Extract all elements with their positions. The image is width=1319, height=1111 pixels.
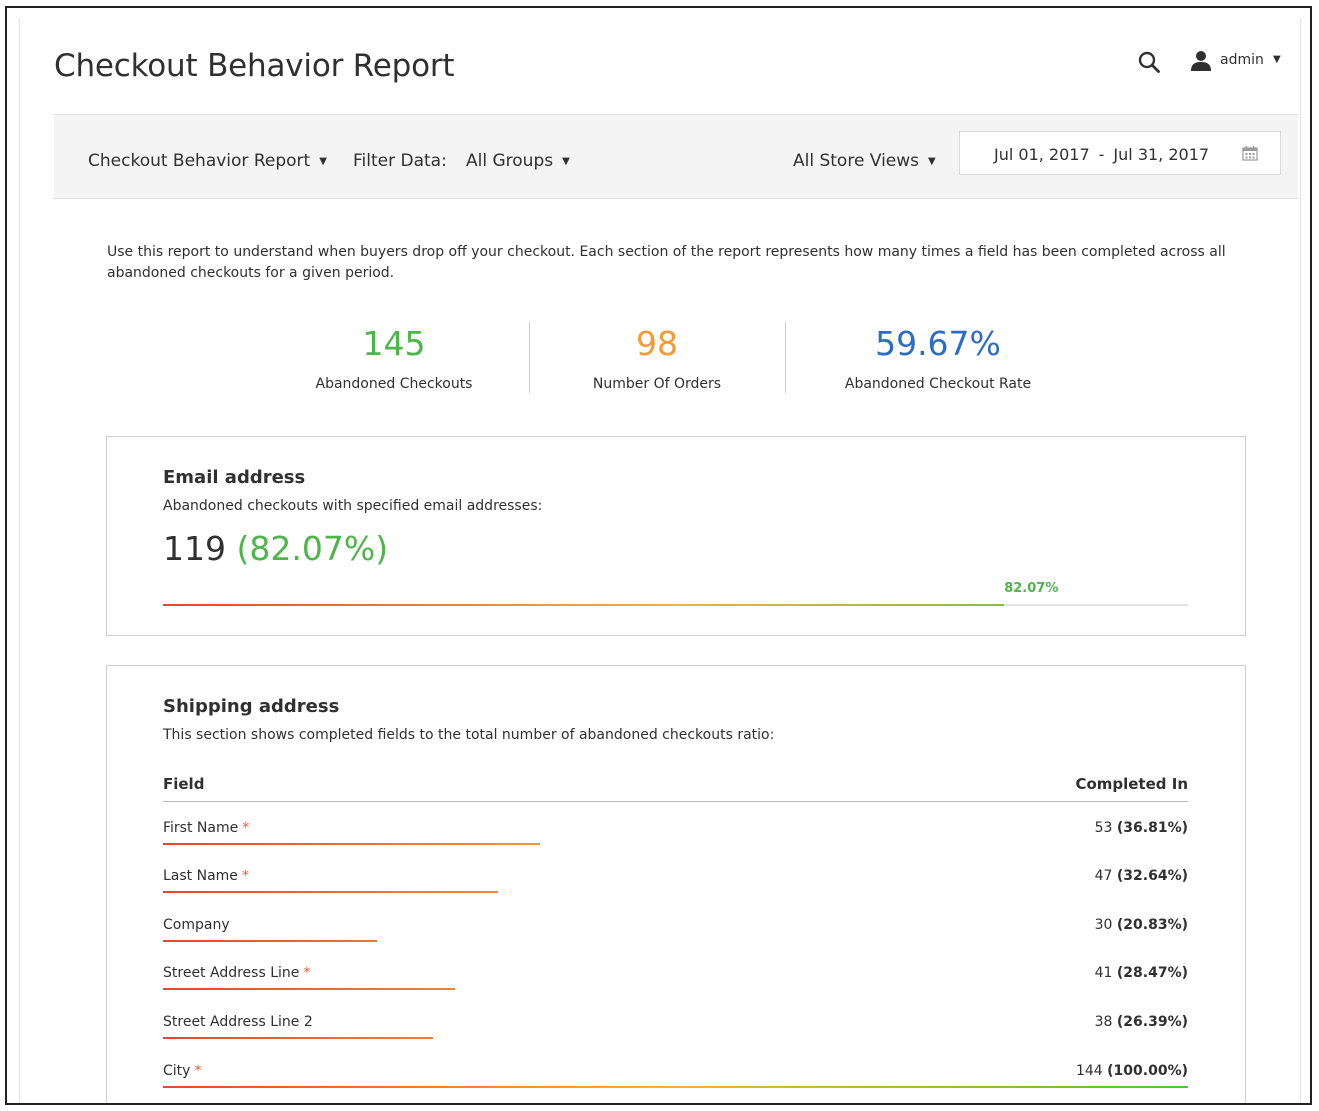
admin-page: Checkout Behavior Report admin ▼ Checkou… (19, 18, 1301, 1103)
stat-number-of-orders: 98 Number Of Orders (557, 324, 757, 392)
completed-percent: (32.64%) (1116, 868, 1188, 884)
completion-bar (163, 1086, 1188, 1088)
completion-bar (163, 988, 455, 990)
table-row: Street Address Line 2 38 (26.39%) (163, 1014, 1188, 1044)
report-description: Use this report to understand when buyer… (107, 244, 1226, 281)
admin-menu[interactable]: admin (1220, 52, 1264, 68)
email-count-percent: (82.07%) (236, 529, 389, 568)
completed-count: 38 (1094, 1014, 1113, 1030)
table-row: First Name * 53 (36.81%) (163, 820, 1188, 850)
calendar-icon[interactable] (1242, 145, 1258, 161)
required-asterisk-icon: * (241, 868, 249, 884)
stat-value: 98 (636, 324, 678, 363)
report-select-label: Checkout Behavior Report (88, 151, 311, 171)
completed-value: 38 (26.39%) (1095, 1014, 1188, 1030)
customer-group-select-label: All Groups (466, 151, 554, 171)
date-from: Jul 01, 2017 (994, 145, 1090, 164)
completed-count: 144 (1075, 1063, 1103, 1079)
store-view-select[interactable]: All Store Views ▼ (793, 151, 936, 171)
user-icon[interactable] (1190, 50, 1212, 72)
store-view-select-label: All Store Views (793, 151, 920, 171)
completed-percent: (20.83%) (1116, 917, 1188, 933)
search-icon[interactable] (1137, 50, 1161, 74)
stat-label: Abandoned Checkouts (315, 376, 473, 392)
completed-value: 41 (28.47%) (1095, 965, 1188, 981)
field-name-text: Street Address Line (163, 965, 300, 981)
stat-abandoned-checkouts: 145 Abandoned Checkouts (294, 324, 494, 392)
field-name: City * (163, 1063, 201, 1079)
date-to: Jul 31, 2017 (1113, 145, 1210, 164)
completed-percent: (28.47%) (1116, 965, 1188, 981)
table-row: Last Name * 47 (32.64%) (163, 868, 1188, 898)
stat-divider (529, 322, 530, 393)
chevron-down-icon[interactable]: ▼ (1273, 54, 1281, 65)
progress-track (163, 604, 1188, 606)
field-name-text: First Name (163, 820, 239, 836)
stat-value: 145 (362, 324, 426, 363)
section-subtitle: Abandoned checkouts with specified email… (163, 498, 543, 514)
field-name: Company (163, 917, 230, 933)
field-name: Street Address Line 2 (163, 1014, 313, 1030)
completed-percent: (26.39%) (1116, 1014, 1188, 1030)
chevron-down-icon: ▼ (319, 156, 327, 167)
date-range-text: Jul 01, 2017- Jul 31, 2017 (994, 145, 1209, 164)
field-name-text: Company (163, 917, 230, 933)
field-name-text: Street Address Line 2 (163, 1014, 313, 1030)
completed-percent: (100.00%) (1107, 1063, 1188, 1079)
completed-value: 53 (36.81%) (1095, 820, 1188, 836)
stat-label: Abandoned Checkout Rate (844, 376, 1032, 392)
shipping-address-card: Shipping address This section shows comp… (106, 665, 1246, 1103)
field-name: Street Address Line * (163, 965, 310, 981)
progress-fill (163, 604, 1005, 606)
table-row: Company 30 (20.83%) (163, 917, 1188, 947)
filter-data-label: Filter Data: (353, 151, 447, 171)
completion-bar (163, 1037, 434, 1039)
stat-abandoned-checkout-rate: 59.67% Abandoned Checkout Rate (828, 324, 1048, 392)
completion-bar (163, 891, 498, 893)
field-name: Last Name * (163, 868, 249, 884)
required-asterisk-icon: * (303, 965, 311, 981)
section-subtitle: This section shows completed fields to t… (163, 727, 775, 743)
stat-label: Number Of Orders (592, 376, 722, 392)
table-row: Street Address Line * 41 (28.47%) (163, 965, 1188, 995)
column-header-completed: Completed In (1075, 775, 1188, 793)
window-frame: Checkout Behavior Report admin ▼ Checkou… (5, 6, 1312, 1105)
completed-count: 41 (1094, 965, 1113, 981)
completed-value: 47 (32.64%) (1095, 868, 1188, 884)
customer-group-select[interactable]: All Groups ▼ (466, 151, 570, 171)
email-count-value: 119 (163, 529, 226, 568)
completed-percent: (36.81%) (1116, 820, 1188, 836)
email-address-card: Email address Abandoned checkouts with s… (106, 436, 1246, 636)
field-name-text: City (163, 1063, 191, 1079)
section-title: Shipping address (163, 696, 340, 717)
field-name-text: Last Name (163, 868, 238, 884)
completion-bar (163, 843, 541, 845)
date-range-picker[interactable]: Jul 01, 2017- Jul 31, 2017 (959, 131, 1281, 175)
field-name: First Name * (163, 820, 249, 836)
progress-label: 82.07% (1004, 581, 1059, 596)
stat-value: 59.67% (875, 324, 1001, 363)
chevron-down-icon: ▼ (928, 156, 936, 167)
section-title: Email address (163, 467, 306, 488)
report-toolbar: Checkout Behavior Report ▼ Filter Data: A… (54, 114, 1298, 199)
table-divider (163, 801, 1188, 802)
date-separator: - (1098, 145, 1105, 164)
required-asterisk-icon: * (242, 820, 250, 836)
required-asterisk-icon: * (194, 1063, 202, 1079)
chevron-down-icon: ▼ (562, 156, 570, 167)
table-row: City * 144 (100.00%) (163, 1063, 1188, 1093)
completed-count: 30 (1094, 917, 1113, 933)
column-header-field: Field (163, 775, 205, 793)
completed-value: 30 (20.83%) (1095, 917, 1188, 933)
completed-value: 144 (100.00%) (1076, 1063, 1188, 1079)
page-title: Checkout Behavior Report (54, 48, 455, 84)
completion-bar (163, 940, 377, 942)
completed-count: 53 (1094, 820, 1113, 836)
email-count: 119 (82.07%) (163, 529, 388, 568)
report-select[interactable]: Checkout Behavior Report ▼ (88, 151, 327, 171)
stat-divider (785, 322, 786, 393)
completed-count: 47 (1094, 868, 1113, 884)
